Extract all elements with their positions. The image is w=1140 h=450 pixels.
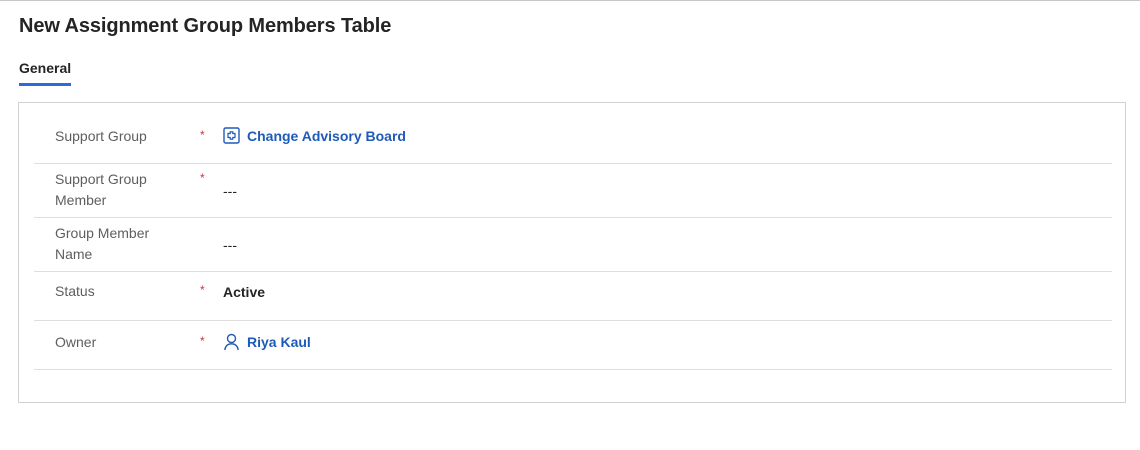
window-top-border — [0, 0, 1140, 1]
field-row-status: Status * Active — [34, 272, 1112, 321]
field-row-owner: Owner * Riya Kaul — [34, 321, 1112, 370]
status-value: Active — [223, 284, 266, 300]
required-indicator: * — [200, 283, 205, 297]
field-row-support-group: Support Group * Change Advisory Board — [34, 103, 1112, 164]
field-label-owner: Owner — [55, 334, 97, 350]
field-label-group-member-name: Group Member Name — [55, 225, 150, 262]
tab-general[interactable]: General — [19, 60, 72, 86]
group-record-icon — [223, 127, 240, 144]
field-label-support-group-member: Support Group Member — [55, 171, 147, 208]
group-member-name-value: --- — [223, 237, 237, 253]
required-indicator: * — [200, 334, 205, 348]
support-group-member-lookup[interactable]: --- — [223, 183, 237, 199]
owner-value: Riya Kaul — [247, 334, 311, 350]
page-title: New Assignment Group Members Table — [19, 15, 392, 37]
person-icon — [223, 333, 240, 351]
field-label-support-group: Support Group — [55, 128, 147, 144]
field-label-status: Status — [55, 283, 95, 299]
status-field[interactable]: Active — [223, 284, 265, 300]
support-group-value: Change Advisory Board — [247, 127, 406, 144]
support-group-lookup-link[interactable]: Change Advisory Board — [223, 127, 406, 144]
required-indicator: * — [200, 128, 205, 142]
owner-lookup-link[interactable]: Riya Kaul — [223, 333, 311, 351]
field-row-support-group-member: Support Group Member * --- — [34, 164, 1112, 218]
field-row-group-member-name: Group Member Name --- — [34, 218, 1112, 272]
support-group-member-value: --- — [223, 183, 237, 199]
general-form-section: Support Group * Change Advisory Board Su… — [18, 102, 1126, 403]
group-member-name-field[interactable]: --- — [223, 237, 237, 253]
required-indicator: * — [200, 171, 205, 185]
tab-bar: General — [19, 60, 72, 86]
